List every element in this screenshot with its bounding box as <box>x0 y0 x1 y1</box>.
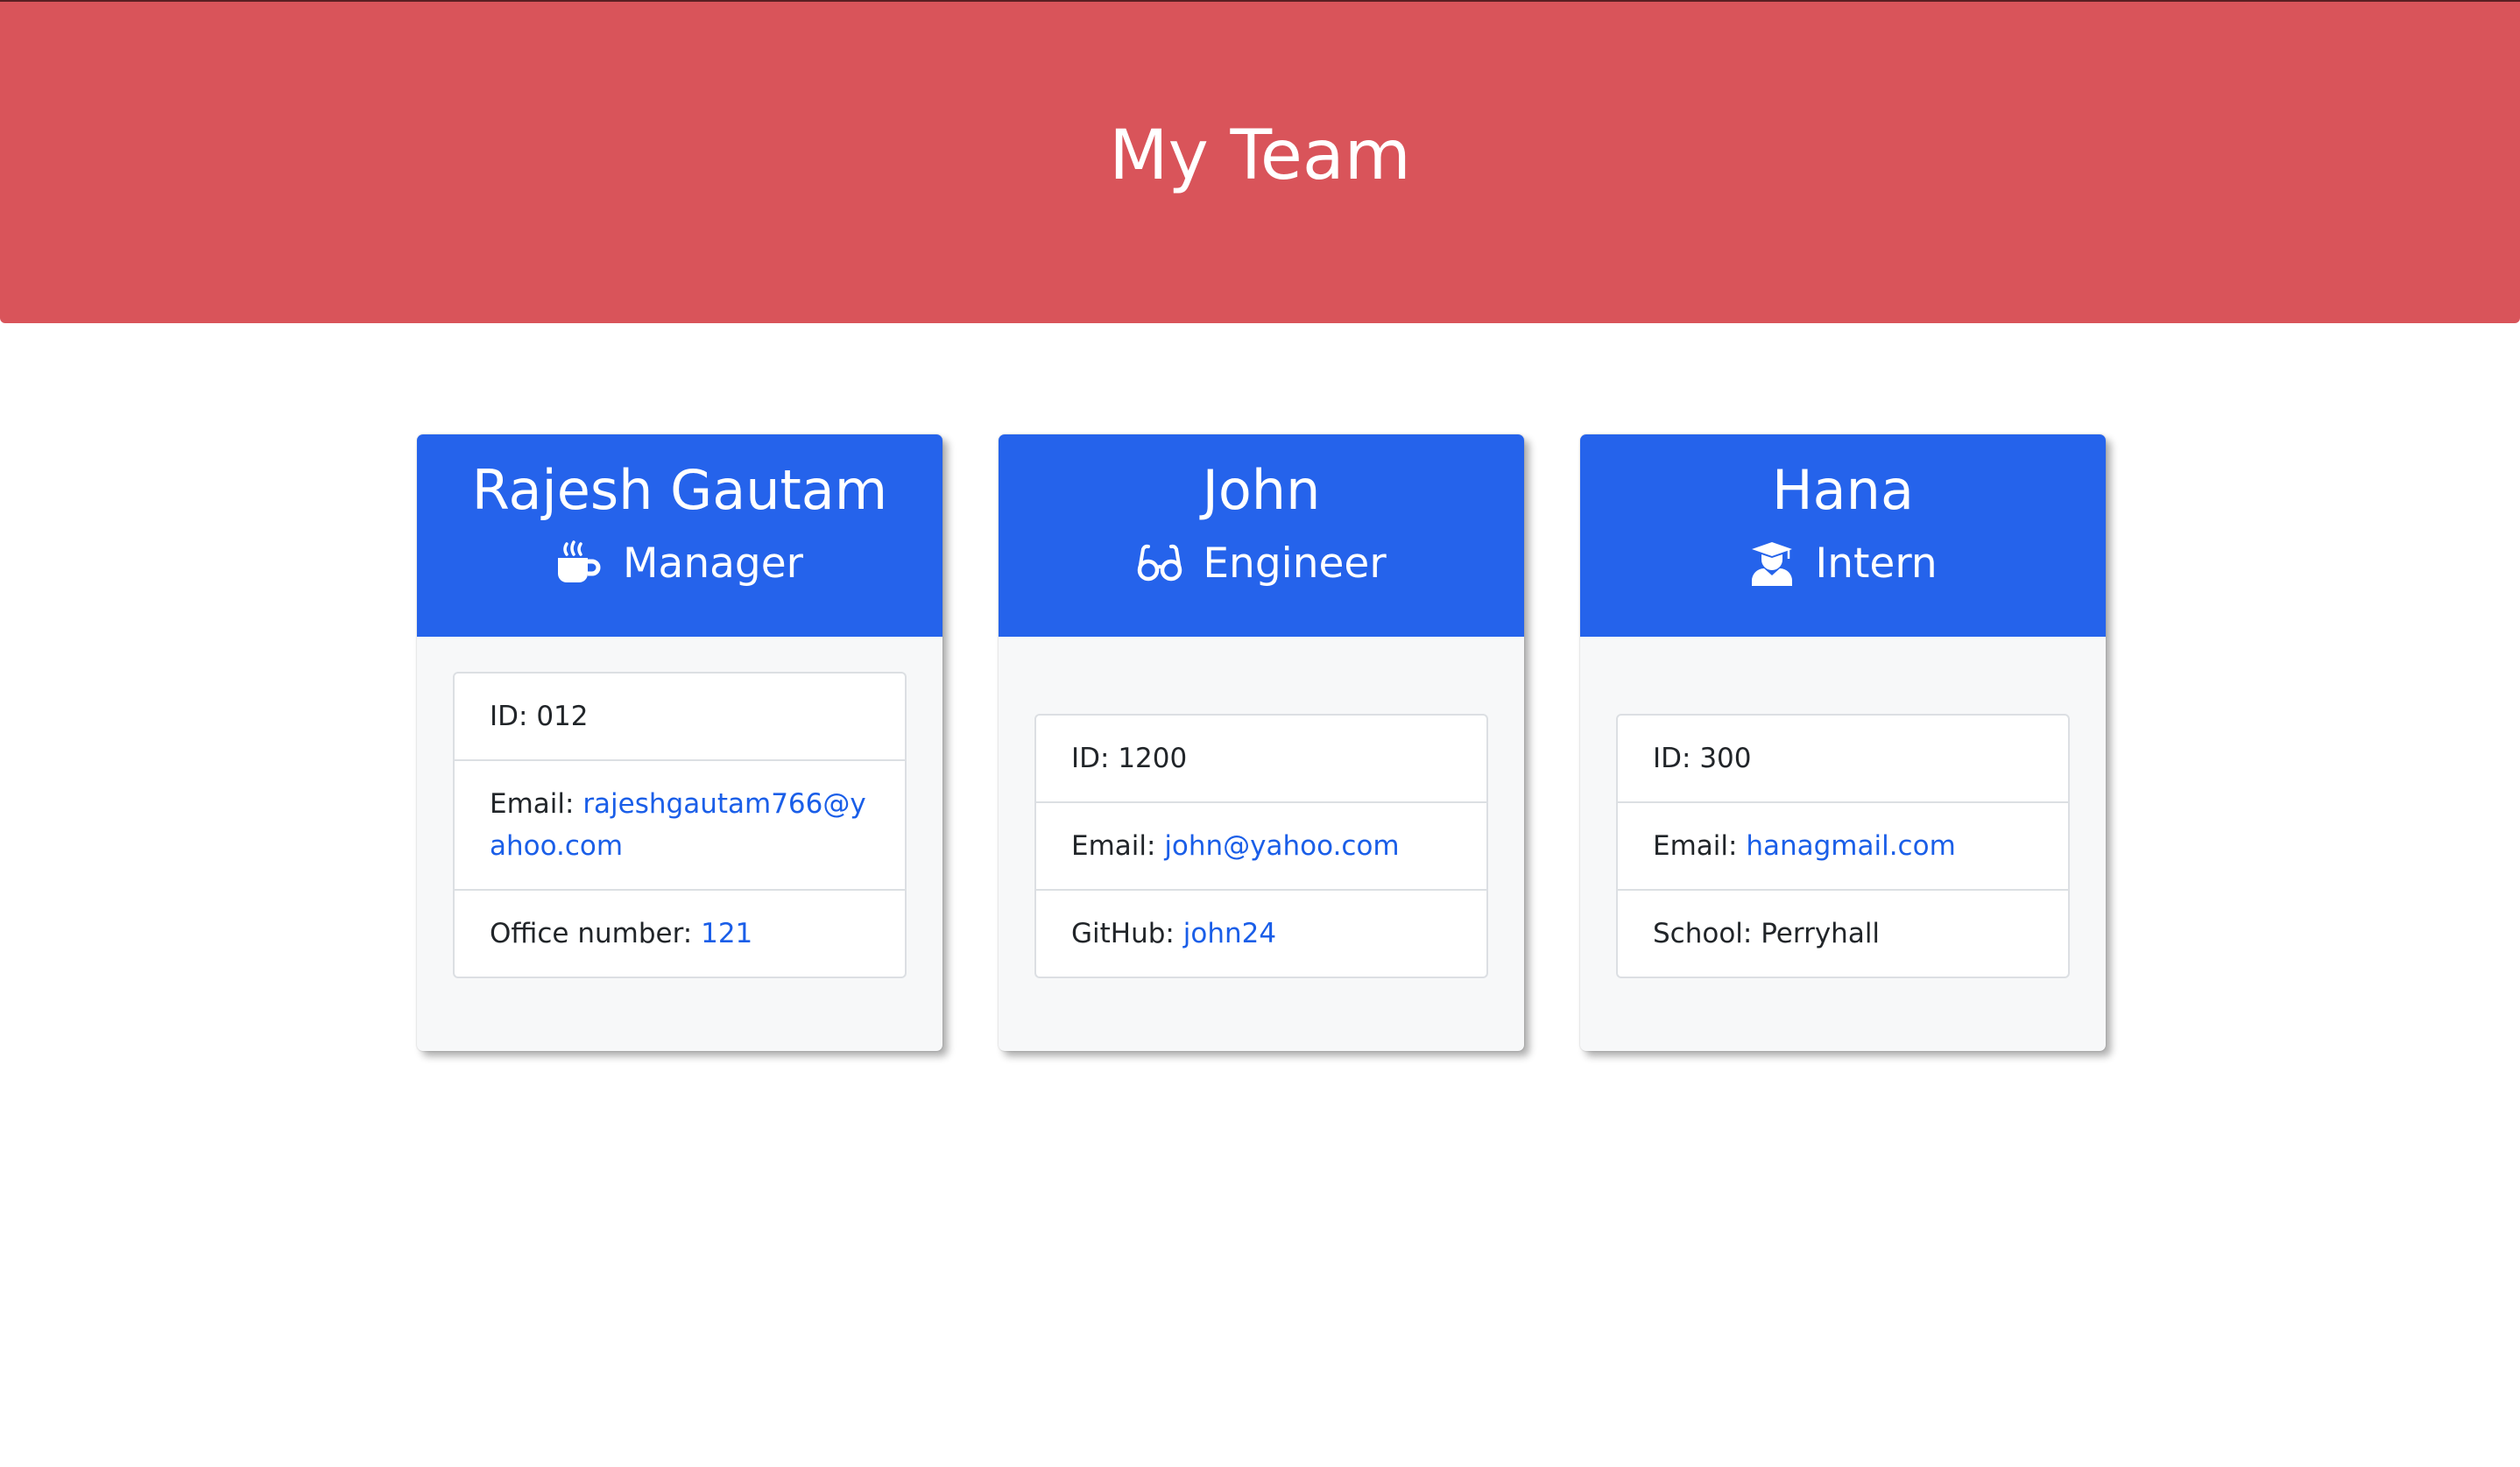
role-label: Manager <box>622 540 803 588</box>
list-item-id: ID: 012 <box>455 674 905 759</box>
employee-role: Intern <box>1580 536 2106 592</box>
coffee-mug-icon <box>557 540 601 582</box>
employee-role: Engineer <box>999 536 1524 592</box>
glasses-icon <box>1138 544 1182 582</box>
employee-card-intern: Hana Intern ID: 300 Email: hanagmail.com… <box>1580 434 2106 1051</box>
page-title: My Team <box>1109 116 1411 195</box>
role-label: Engineer <box>1203 540 1387 588</box>
details-list: ID: 1200 Email: john@yahoo.com GitHub: j… <box>1034 714 1488 978</box>
employee-name: Hana <box>1772 458 1914 522</box>
list-item-id: ID: 300 <box>1618 716 2068 801</box>
id-value: 300 <box>1699 743 1752 774</box>
id-label: ID: <box>1071 743 1110 774</box>
list-item-email: Email: rajeshgautam766@yahoo.com <box>455 759 905 889</box>
list-item-school: School: Perryhall <box>1618 889 2068 977</box>
role-label: Intern <box>1815 540 1938 588</box>
employee-role: Manager <box>417 536 942 592</box>
details-list: ID: 300 Email: hanagmail.com School: Per… <box>1616 714 2070 978</box>
list-item-email: Email: hanagmail.com <box>1618 801 2068 889</box>
employee-name: Rajesh Gautam <box>471 458 888 522</box>
office-label: Office number: <box>490 918 693 949</box>
employee-card-manager: Rajesh Gautam Manager ID: 012 Email: raj… <box>417 434 942 1051</box>
card-header: John Engineer <box>999 434 1524 637</box>
details-list: ID: 012 Email: rajeshgautam766@yahoo.com… <box>453 672 907 978</box>
office-number-link[interactable]: 121 <box>701 918 752 949</box>
list-item-email: Email: john@yahoo.com <box>1036 801 1486 889</box>
github-link[interactable]: john24 <box>1183 918 1276 949</box>
employee-card-engineer: John Engineer ID: 1200 Email: john@yahoo… <box>999 434 1524 1051</box>
email-label: Email: <box>1071 830 1156 862</box>
employee-name: John <box>1202 458 1321 522</box>
page-header: My Team <box>0 0 2520 323</box>
id-value: 1200 <box>1118 743 1188 774</box>
school-label: School: <box>1653 918 1753 949</box>
github-label: GitHub: <box>1071 918 1175 949</box>
list-item-id: ID: 1200 <box>1036 716 1486 801</box>
list-item-office: Office number: 121 <box>455 889 905 977</box>
list-item-github: GitHub: john24 <box>1036 889 1486 977</box>
card-header: Hana Intern <box>1580 434 2106 637</box>
school-value: Perryhall <box>1761 918 1881 949</box>
id-value: 012 <box>536 701 589 732</box>
id-label: ID: <box>490 701 528 732</box>
card-header: Rajesh Gautam Manager <box>417 434 942 637</box>
email-link[interactable]: hanagmail.com <box>1746 830 1955 862</box>
email-label: Email: <box>490 788 575 820</box>
id-label: ID: <box>1653 743 1691 774</box>
email-link[interactable]: john@yahoo.com <box>1164 830 1399 862</box>
graduate-icon <box>1752 542 1793 586</box>
email-label: Email: <box>1653 830 1738 862</box>
